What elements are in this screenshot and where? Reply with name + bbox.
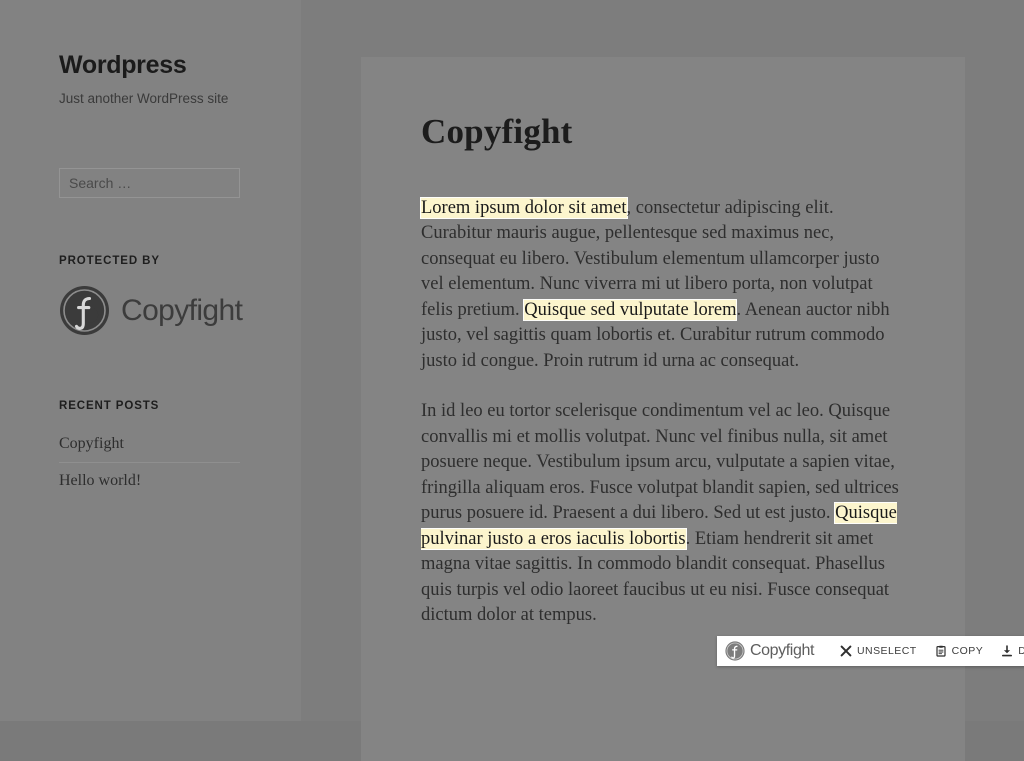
toolbar-brand-label: Copyfight (750, 642, 814, 659)
main-area: Copyfight Lorem ipsum dolor sit amet, co… (301, 0, 1024, 761)
copy-button[interactable]: COPY (935, 643, 984, 659)
copyfight-mark-icon (725, 641, 745, 661)
page-root: Wordpress Just another WordPress site PR… (0, 0, 1024, 761)
paragraph-2-text-a: In id leo eu tortor scelerisque condimen… (421, 401, 899, 523)
recent-posts-list: Copyfight Hello world! (59, 426, 240, 499)
close-x-icon (840, 645, 852, 657)
entry: Copyfight Lorem ipsum dolor sit amet, co… (361, 57, 965, 629)
clipboard-icon (935, 645, 947, 657)
highlight-1[interactable]: Lorem ipsum dolor sit amet (421, 197, 627, 218)
search-widget (59, 168, 301, 199)
copyfight-toolbar[interactable]: Copyfight UNSELECT COPY D (717, 636, 1024, 666)
recent-posts-widget: RECENT POSTS Copyfight Hello world! (59, 400, 301, 499)
download-icon (1001, 645, 1013, 657)
recent-posts-heading: RECENT POSTS (59, 400, 160, 413)
selection-box-1[interactable]: Lorem ipsum dolor sit amet (421, 197, 627, 218)
copy-label: COPY (951, 644, 984, 657)
unselect-label: UNSELECT (857, 644, 917, 657)
sidebar: Wordpress Just another WordPress site PR… (0, 0, 301, 721)
copyfight-wordmark: Copyfight (121, 293, 243, 327)
list-item[interactable]: Copyfight (59, 426, 240, 464)
list-item[interactable]: Hello world! (59, 463, 240, 499)
toolbar-brand: Copyfight (725, 641, 814, 661)
paragraph-2: In id leo eu tortor scelerisque condimen… (421, 399, 905, 629)
copyfight-badge[interactable]: Copyfight (59, 285, 301, 336)
unselect-button[interactable]: UNSELECT (840, 643, 917, 659)
protected-by-heading: PROTECTED BY (59, 255, 160, 268)
site-tagline: Just another WordPress site (59, 90, 229, 106)
paragraph-1: Lorem ipsum dolor sit amet, consectetur … (421, 196, 905, 375)
download-button[interactable]: DOWNLOAD (1001, 643, 1024, 659)
sidebar-post-link-copyfight[interactable]: Copyfight (59, 435, 124, 452)
page-title: Copyfight (421, 112, 573, 151)
copyfight-mark-icon (59, 285, 110, 336)
selection-box-2[interactable]: Quisque sed vulputate lorem (524, 299, 737, 320)
highlight-2[interactable]: Quisque sed vulputate lorem (524, 299, 737, 320)
download-label: DOWNLOAD (1018, 644, 1024, 657)
protected-by-widget: PROTECTED BY Copyfight (59, 255, 301, 336)
search-input[interactable] (59, 168, 240, 199)
site-title[interactable]: Wordpress (59, 51, 301, 80)
sidebar-post-link-hello-world[interactable]: Hello world! (59, 472, 141, 489)
entry-content[interactable]: Lorem ipsum dolor sit amet, consectetur … (421, 196, 905, 629)
